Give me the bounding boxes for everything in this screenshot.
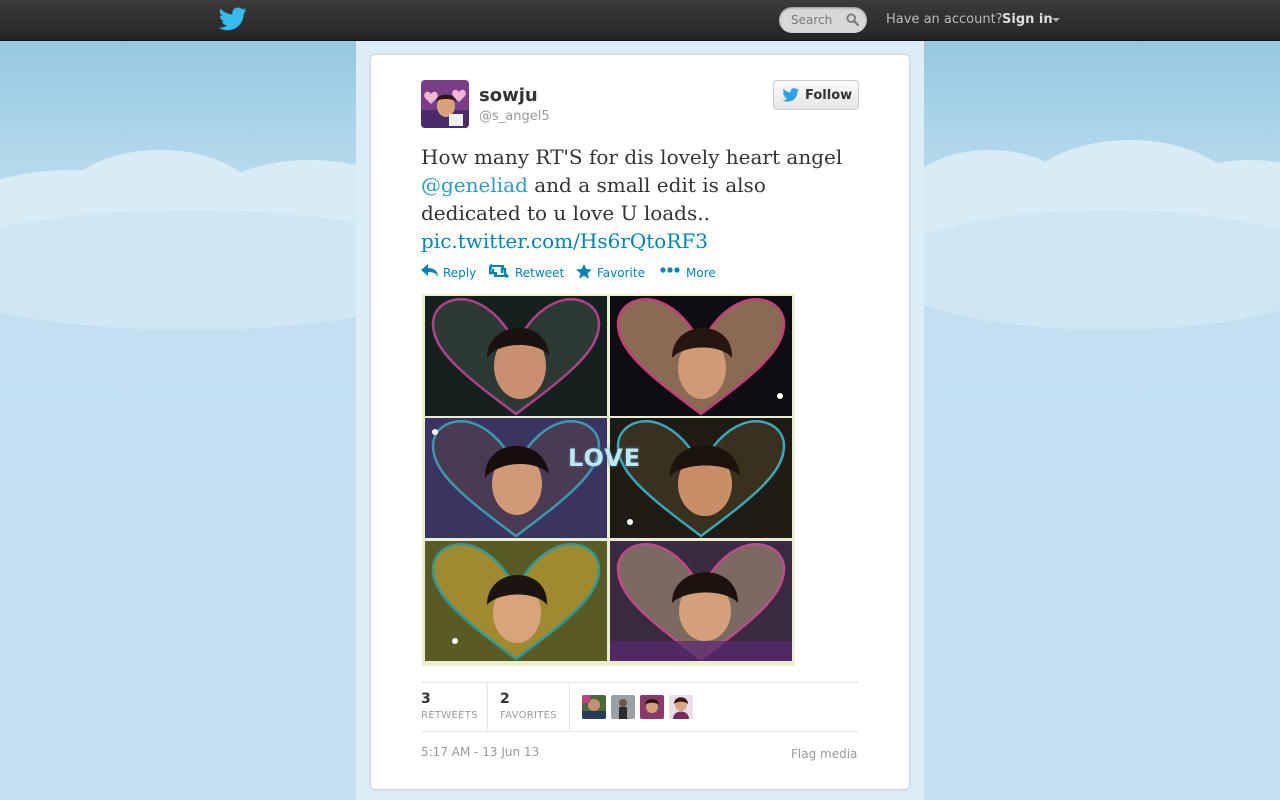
twitter-bird-icon[interactable] xyxy=(219,7,247,31)
media-collage[interactable]: LOVE xyxy=(422,294,795,666)
author-name[interactable]: sowju xyxy=(479,85,538,106)
top-navigation-bar: Have an account? Sign in xyxy=(0,0,1280,41)
reply-label: Reply xyxy=(443,266,477,280)
collage-tile xyxy=(610,296,792,416)
follow-label: Follow xyxy=(805,88,853,103)
sign-in-link[interactable]: Sign in xyxy=(1002,12,1053,27)
retweeter-avatar[interactable] xyxy=(669,695,693,719)
twitter-bird-icon xyxy=(782,88,800,102)
tweet-text-part: How many RT'S for dis lovely heart angel xyxy=(421,145,843,169)
retweeter-avatar[interactable] xyxy=(611,695,635,719)
author-handle[interactable]: @s_angel5 xyxy=(479,109,550,124)
account-prompt: Have an account? xyxy=(886,12,1003,27)
tweet-card: sowju @s_angel5 Follow How many RT'S for… xyxy=(370,54,910,790)
chevron-down-icon[interactable] xyxy=(1052,18,1060,22)
tweet-stats: 3 RETWEETS 2 FAVORITES xyxy=(421,682,859,732)
avatar[interactable] xyxy=(421,80,469,128)
favorites-count: 2 xyxy=(500,691,510,707)
favorites-label: FAVORITES xyxy=(500,710,557,721)
retweets-label: RETWEETS xyxy=(421,710,478,721)
love-overlay-text: LOVE xyxy=(568,444,642,472)
tweet-timestamp[interactable]: 5:17 AM - 13 Jun 13 xyxy=(421,745,539,759)
more-label: More xyxy=(686,266,716,280)
collage-tile xyxy=(610,418,792,538)
retweet-label: Retweet xyxy=(515,266,565,280)
magnifier-icon[interactable] xyxy=(846,13,859,26)
collage-tile xyxy=(425,418,607,538)
follow-button[interactable]: Follow xyxy=(773,80,859,110)
avatar-image xyxy=(421,80,469,128)
reply-button[interactable]: Reply xyxy=(421,263,481,281)
retweeter-avatar[interactable] xyxy=(640,695,664,719)
more-dots-icon xyxy=(660,267,680,273)
search-box[interactable] xyxy=(779,7,867,33)
collage-tile xyxy=(425,296,607,416)
mention-link[interactable]: @geneliad xyxy=(421,173,528,197)
retweets-stat[interactable]: 3 RETWEETS xyxy=(421,683,487,731)
retweeter-avatar[interactable] xyxy=(582,695,606,719)
tweet-text: How many RT'S for dis lovely heart angel… xyxy=(421,143,861,255)
search-input[interactable] xyxy=(791,11,843,29)
favorite-button[interactable]: Favorite xyxy=(576,263,648,281)
reply-icon xyxy=(421,264,438,277)
retweet-button[interactable]: Retweet xyxy=(489,263,567,281)
collage-tile xyxy=(425,541,607,661)
media-link[interactable]: pic.twitter.com/Hs6rQtoRF3 xyxy=(421,229,708,253)
star-icon xyxy=(576,264,592,279)
collage-tile xyxy=(610,541,792,661)
retweet-icon xyxy=(489,264,509,278)
stat-divider xyxy=(487,683,488,731)
stat-divider xyxy=(569,683,570,731)
flag-media-link[interactable]: Flag media xyxy=(791,747,857,761)
more-button[interactable]: More xyxy=(660,263,720,281)
favorite-label: Favorite xyxy=(597,266,645,280)
retweets-count: 3 xyxy=(421,691,431,707)
favorites-stat[interactable]: 2 FAVORITES xyxy=(500,683,570,731)
